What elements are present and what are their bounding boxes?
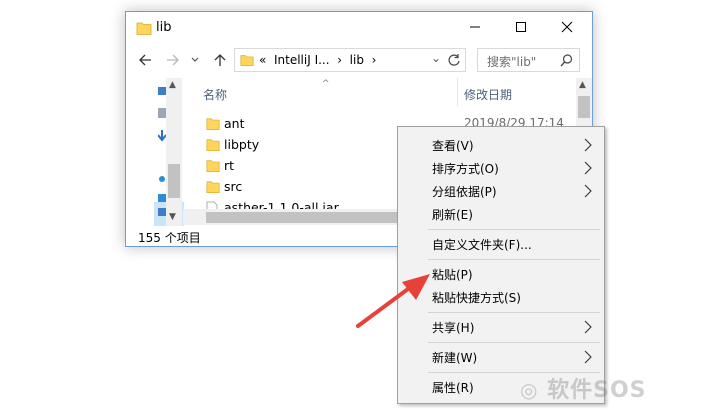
menu-item-label: 刷新(E) <box>432 208 473 222</box>
search-icon <box>560 54 573 67</box>
chevron-right-icon <box>584 161 592 175</box>
menu-item-label: 自定义文件夹(F)... <box>432 238 532 252</box>
nav-scrollbar[interactable]: ▲ ▼ <box>166 78 182 226</box>
watermark-logo-icon: ◎ <box>520 378 539 402</box>
breadcrumb-segment[interactable]: IntelliJ I... <box>274 53 330 67</box>
this-pc-icon <box>158 208 166 216</box>
file-name: src <box>224 179 243 194</box>
menu-separator <box>428 259 600 260</box>
maximize-button[interactable] <box>498 12 544 42</box>
file-name: ant <box>224 116 245 131</box>
column-divider[interactable] <box>457 78 458 106</box>
column-header-name[interactable]: 名称 <box>203 86 227 103</box>
arrow-up-icon <box>214 54 226 66</box>
chevron-down-icon <box>191 57 199 62</box>
maximize-icon <box>516 22 526 32</box>
minimize-button[interactable] <box>452 12 498 42</box>
menu-item-group-by[interactable]: 分组依据(P) <box>400 180 602 202</box>
menu-item-label: 属性(R) <box>432 381 474 395</box>
menu-item-view[interactable]: 查看(V) <box>400 134 602 156</box>
downloads-icon[interactable] <box>158 130 166 142</box>
file-name: asther-1.1.0-all.jar <box>224 200 339 209</box>
folder-icon <box>136 22 152 35</box>
chevron-right-icon[interactable]: › <box>337 53 342 67</box>
scroll-up-icon[interactable]: ▲ <box>579 80 586 90</box>
menu-item-label: 查看(V) <box>432 139 474 153</box>
breadcrumb: « IntelliJ I... › lib › <box>259 53 376 67</box>
arrow-left-icon <box>139 54 151 66</box>
close-button[interactable] <box>544 12 590 42</box>
file-name: rt <box>224 158 235 173</box>
menu-item-refresh[interactable]: 刷新(E) <box>400 203 602 225</box>
address-bar[interactable]: « IntelliJ I... › lib › ⌄ <box>234 48 466 72</box>
annotation-arrow-icon <box>356 274 430 328</box>
navigation-bar: « IntelliJ I... › lib › ⌄ 搜索"lib" <box>126 45 592 75</box>
folder-icon <box>206 160 220 173</box>
nav-scroll-thumb[interactable] <box>168 164 180 198</box>
window-title: lib <box>156 20 172 35</box>
column-header-date[interactable]: 修改日期 <box>464 86 512 103</box>
menu-item-label: 排序方式(O) <box>432 162 499 176</box>
vertical-scroll-thumb[interactable] <box>578 96 590 118</box>
menu-item-sort-by[interactable]: 排序方式(O) <box>400 157 602 179</box>
menu-item-customize-folder[interactable]: 自定义文件夹(F)... <box>400 233 602 255</box>
menu-separator <box>428 229 600 230</box>
watermark-text: 软件SOS <box>547 378 647 403</box>
chevron-right-icon[interactable]: › <box>372 53 377 67</box>
item-count: 155 个项目 <box>138 231 201 245</box>
file-name: libpty <box>224 137 260 152</box>
scroll-down-icon[interactable]: ▼ <box>169 212 176 222</box>
recent-locations-button[interactable] <box>188 49 202 71</box>
breadcrumb-segment[interactable]: lib <box>350 53 364 67</box>
minimize-icon <box>470 26 480 28</box>
up-button[interactable] <box>209 49 231 71</box>
music-icon[interactable] <box>158 174 166 182</box>
watermark: ◎ 软件SOS <box>520 372 647 404</box>
menu-separator <box>428 342 600 343</box>
folder-icon <box>206 139 220 152</box>
folder-icon <box>206 181 220 194</box>
menu-item-label: 新建(W) <box>432 351 478 365</box>
documents-icon[interactable] <box>158 108 166 118</box>
search-box[interactable]: 搜索"lib" <box>477 48 580 72</box>
sort-ascending-icon: ^ <box>322 79 330 89</box>
back-button[interactable] <box>134 49 156 71</box>
chevron-right-icon <box>584 320 592 334</box>
desktop-icon[interactable] <box>158 86 166 96</box>
chevron-right-icon <box>584 350 592 364</box>
chevron-right-icon <box>584 184 592 198</box>
menu-separator <box>428 312 600 313</box>
search-placeholder: 搜索"lib" <box>487 55 537 69</box>
address-dropdown-icon[interactable]: ⌄ <box>431 51 441 65</box>
breadcrumb-overflow[interactable]: « <box>259 53 266 67</box>
folder-icon <box>206 118 220 131</box>
menu-item-label: 分组依据(P) <box>432 185 497 199</box>
folder-icon <box>240 55 254 67</box>
context-menu: 查看(V) 排序方式(O) 分组依据(P) 刷新(E) 自定义文件夹(F)...… <box>397 126 605 404</box>
forward-button[interactable] <box>162 49 184 71</box>
menu-item-label: 粘贴快捷方式(S) <box>432 291 521 305</box>
close-icon <box>561 21 573 33</box>
chevron-right-icon <box>584 138 592 152</box>
file-icon <box>206 201 218 209</box>
scroll-up-icon[interactable]: ▲ <box>169 80 176 90</box>
title-bar[interactable]: lib <box>126 12 592 44</box>
refresh-icon[interactable] <box>447 53 461 67</box>
arrow-right-icon <box>167 54 179 66</box>
menu-item-new[interactable]: 新建(W) <box>400 346 602 368</box>
